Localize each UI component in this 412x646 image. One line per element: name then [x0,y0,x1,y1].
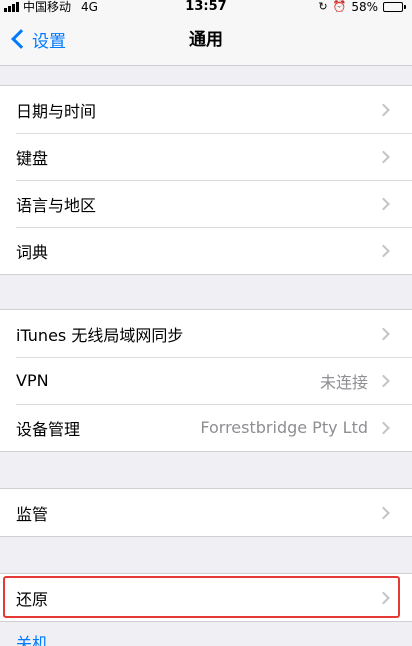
cell-date-time[interactable]: 日期与时间 [0,86,412,133]
chevron-right-icon [377,374,390,387]
rotation-lock-icon: ↻ [318,0,328,13]
chevron-right-icon [377,506,390,519]
cell-supervision[interactable]: 监管 [0,489,412,536]
settings-group-network: iTunes 无线局域网同步 VPN 未连接 设备管理 Forrestbridg… [0,309,412,452]
cell-keyboard[interactable]: 键盘 [0,133,412,180]
vpn-status-value: 未连接 [319,372,368,392]
status-bar: 中国移动 4G 13:57 ↻ ⏰ 58% [0,0,412,14]
battery-percent: 58% [351,0,378,14]
chevron-right-icon [377,327,390,340]
cell-vpn[interactable]: VPN 未连接 [0,357,412,404]
back-button[interactable]: 设置 [6,24,66,54]
chevron-right-icon [377,150,390,163]
chevron-right-icon [377,197,390,210]
device-management-value: Forrestbridge Pty Ltd [200,418,368,437]
cell-label: 键盘 [16,148,49,168]
reset-highlight-box [3,576,400,618]
chevron-right-icon [377,103,390,116]
settings-group-general: 日期与时间 键盘 语言与地区 词典 [0,85,412,275]
navigation-bar: 通用 设置 [0,14,412,66]
cell-label: VPN [16,371,49,390]
settings-group-supervision: 监管 [0,488,412,537]
status-right: ↻ ⏰ 58% [318,0,406,14]
back-label: 设置 [32,31,66,52]
chevron-left-icon [11,29,31,49]
cell-itunes-wifi-sync[interactable]: iTunes 无线局域网同步 [0,310,412,357]
cell-label: 监管 [16,504,49,524]
chevron-right-icon [377,244,390,257]
shutdown-button[interactable]: 关机 [16,630,48,646]
chevron-right-icon [377,421,390,434]
cell-device-management[interactable]: 设备管理 Forrestbridge Pty Ltd [0,404,412,451]
cell-dictionary[interactable]: 词典 [0,227,412,274]
cell-label: 日期与时间 [16,101,97,121]
cell-label: iTunes 无线局域网同步 [16,325,184,345]
battery-icon [383,2,406,12]
alarm-icon: ⏰ [332,0,347,13]
cell-label: 设备管理 [16,419,81,439]
cell-language-region[interactable]: 语言与地区 [0,180,412,227]
cell-label: 语言与地区 [16,195,97,215]
cell-label: 词典 [16,242,49,262]
